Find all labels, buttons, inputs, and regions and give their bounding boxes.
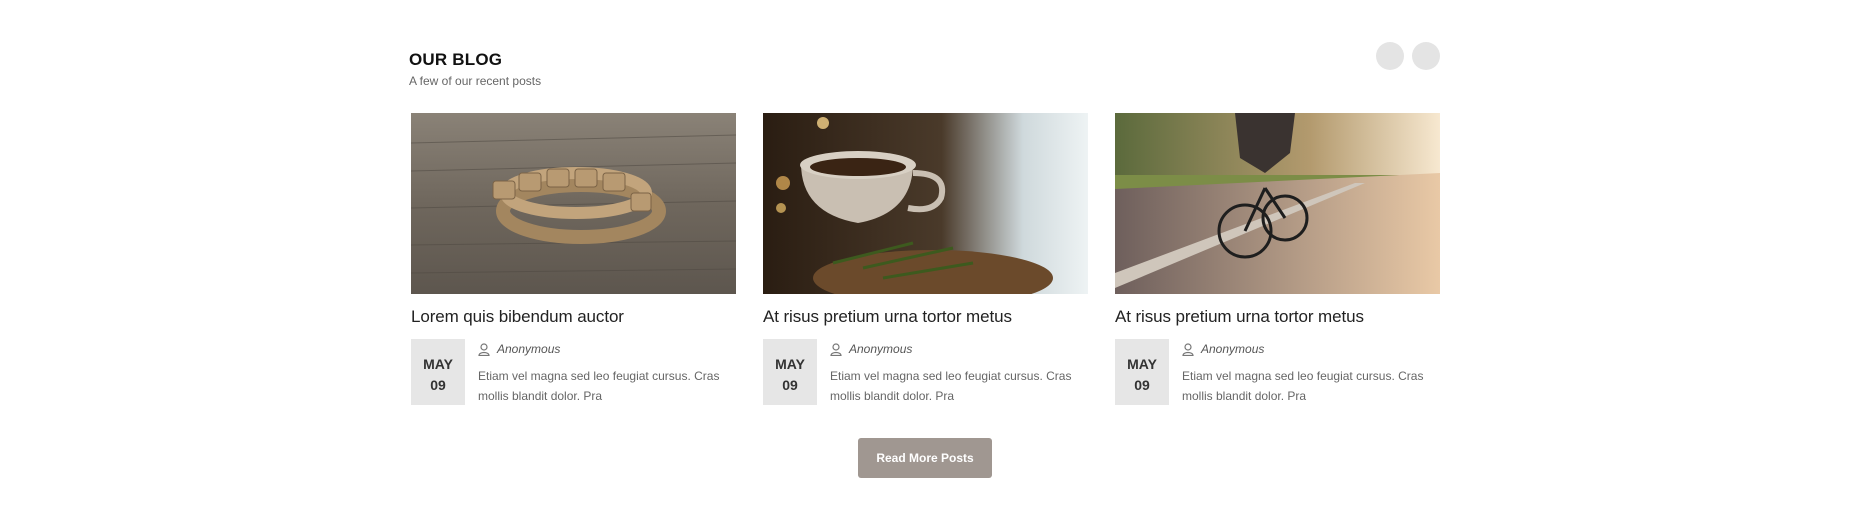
post-author-name: Anonymous: [849, 342, 913, 356]
blog-section: OUR BLOG A few of our recent posts Lorem…: [409, 0, 1441, 518]
post-excerpt: Etiam vel magna sed leo feugiat cursus. …: [1182, 369, 1424, 403]
post-title[interactable]: At risus pretium urna tortor metus: [763, 306, 1088, 328]
post-thumbnail-tea[interactable]: [763, 113, 1088, 294]
post-title[interactable]: Lorem quis bibendum auctor: [411, 306, 736, 328]
post-title[interactable]: At risus pretium urna tortor metus: [1115, 306, 1440, 328]
blog-post-card: At risus pretium urna tortor metus MAY 0…: [1115, 113, 1440, 408]
post-date-day: 09: [430, 377, 446, 393]
post-date-badge: MAY 09: [1115, 339, 1169, 405]
post-date-month: MAY: [1127, 356, 1157, 372]
read-more-posts-button[interactable]: Read More Posts: [858, 438, 992, 478]
post-date-day: 09: [782, 377, 798, 393]
post-date-badge: MAY 09: [763, 339, 817, 405]
post-thumbnail-beads[interactable]: [411, 113, 736, 294]
post-author[interactable]: Anonymous: [478, 341, 560, 357]
user-icon: [1182, 342, 1194, 356]
user-icon: [830, 342, 842, 356]
post-date-month: MAY: [775, 356, 805, 372]
post-author[interactable]: Anonymous: [1182, 341, 1264, 357]
post-date-badge: MAY 09: [411, 339, 465, 405]
post-date-month: MAY: [423, 356, 453, 372]
post-thumbnail-cyclist[interactable]: [1115, 113, 1440, 294]
user-icon: [478, 342, 490, 356]
post-author-name: Anonymous: [497, 342, 561, 356]
post-excerpt: Etiam vel magna sed leo feugiat cursus. …: [830, 369, 1072, 403]
post-author[interactable]: Anonymous: [830, 341, 912, 357]
blog-post-card: Lorem quis bibendum auctor MAY 09 Anonym…: [411, 113, 736, 408]
post-author-name: Anonymous: [1201, 342, 1265, 356]
post-excerpt: Etiam vel magna sed leo feugiat cursus. …: [478, 369, 720, 403]
section-subtitle: A few of our recent posts: [409, 74, 542, 88]
blog-post-card: At risus pretium urna tortor metus MAY 0…: [763, 113, 1088, 408]
post-date-day: 09: [1134, 377, 1150, 393]
carousel-prev-button[interactable]: [1376, 42, 1404, 70]
section-title: OUR BLOG: [409, 50, 503, 69]
carousel-next-button[interactable]: [1412, 42, 1440, 70]
